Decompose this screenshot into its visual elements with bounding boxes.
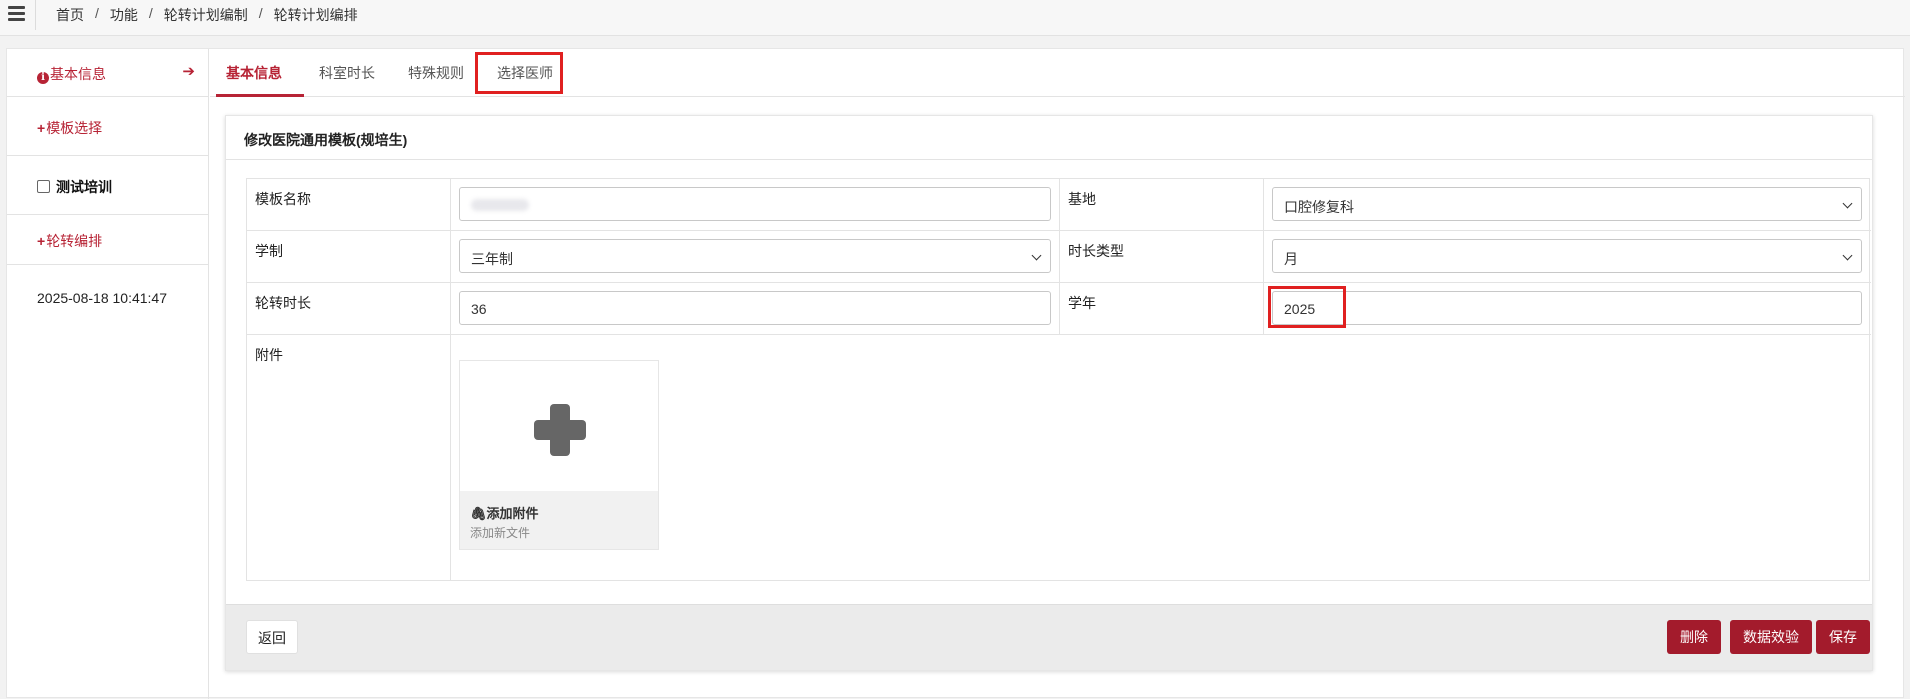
save-button[interactable]: 保存 bbox=[1816, 620, 1870, 654]
arrow-right-icon: ➔ bbox=[182, 63, 195, 80]
duration-type-select[interactable]: 月 bbox=[1272, 239, 1862, 273]
label-cell: 时长类型 bbox=[1060, 231, 1264, 283]
breadcrumb-function[interactable]: 功能 bbox=[110, 5, 138, 25]
academic-year-label: 学年 bbox=[1068, 295, 1096, 311]
sidebar-item-label: 测试培训 bbox=[56, 179, 112, 195]
breadcrumb: 首页 / 功能 / 轮转计划编制 / 轮转计划编排 bbox=[56, 5, 358, 25]
academic-year-input[interactable]: 2025 bbox=[1272, 291, 1862, 325]
label-cell: 模板名称 bbox=[247, 179, 451, 231]
template-name-label: 模板名称 bbox=[255, 191, 311, 207]
value-cell bbox=[451, 179, 1060, 231]
plus-icon: + bbox=[37, 120, 46, 136]
plus-icon-bar bbox=[534, 420, 586, 440]
duration-type-label: 时长类型 bbox=[1068, 243, 1124, 259]
breadcrumb-home[interactable]: 首页 bbox=[56, 5, 84, 25]
form-panel: 修改医院通用模板(规培生) 模板名称 基地 口腔修复科 学制 三年制 时长类型 … bbox=[225, 115, 1873, 671]
value-cell: 口腔修复科 bbox=[1264, 179, 1871, 231]
schooling-select[interactable]: 三年制 bbox=[459, 239, 1051, 273]
form-table: 模板名称 基地 口腔修复科 学制 三年制 时长类型 月 轮转时长 36 学年 2… bbox=[246, 178, 1871, 581]
rotation-duration-input[interactable]: 36 bbox=[459, 291, 1051, 325]
panel-footer: 返回 删除 数据效验 保存 bbox=[226, 604, 1872, 670]
validate-button[interactable]: 数据效验 bbox=[1730, 620, 1812, 654]
value-cell: 月 bbox=[1264, 231, 1871, 283]
delete-button[interactable]: 删除 bbox=[1667, 620, 1721, 654]
redacted-value bbox=[471, 199, 529, 211]
top-bar: 首页 / 功能 / 轮转计划编制 / 轮转计划编排 bbox=[0, 0, 1910, 36]
menu-toggle-icon[interactable] bbox=[0, 0, 36, 30]
tab-select-physician[interactable]: 选择医师 bbox=[497, 63, 553, 83]
breadcrumb-rotation-plan[interactable]: 轮转计划编制 bbox=[164, 5, 248, 25]
label-cell: 学制 bbox=[247, 231, 451, 283]
paperclip-icon: 🖇 bbox=[470, 506, 487, 521]
add-attachment-label: 添加附件 bbox=[486, 506, 539, 521]
base-select[interactable]: 口腔修复科 bbox=[1272, 187, 1862, 221]
value-cell: 36 bbox=[451, 283, 1060, 335]
sidebar-item-label: 模板选择 bbox=[46, 120, 103, 136]
add-new-file-label: 添加新文件 bbox=[470, 526, 531, 540]
add-attachment-title: 🖇添加附件 bbox=[470, 503, 539, 522]
base-label: 基地 bbox=[1068, 191, 1096, 207]
sidebar-item-label: 轮转编排 bbox=[46, 233, 103, 249]
academic-year-value: 2025 bbox=[1284, 301, 1316, 317]
tab-basic-info[interactable]: 基本信息 bbox=[226, 63, 282, 83]
main-container: i 基本信息 ➔ +模板选择 测试培训 +轮转编排 2025-08-18 10:4… bbox=[6, 48, 1905, 699]
label-cell: 学年 bbox=[1060, 283, 1264, 335]
value-cell: 三年制 bbox=[451, 231, 1060, 283]
sidebar-item-rotation-schedule[interactable]: +轮转编排 bbox=[7, 215, 209, 265]
add-attachment-card[interactable]: 🖇添加附件 添加新文件 bbox=[459, 360, 659, 550]
active-tab-indicator bbox=[216, 94, 304, 97]
attachment-card-footer: 🖇添加附件 添加新文件 bbox=[460, 491, 658, 549]
sidebar: i 基本信息 ➔ +模板选择 测试培训 +轮转编排 2025-08-18 10:4… bbox=[7, 49, 209, 699]
sidebar-item-template-select[interactable]: +模板选择 bbox=[7, 97, 209, 156]
rotation-duration-label: 轮转时长 bbox=[255, 295, 311, 311]
sidebar-item-test-training[interactable]: 测试培训 bbox=[7, 156, 209, 215]
panel-title: 修改医院通用模板(规培生) bbox=[226, 116, 1872, 160]
sidebar-item-label: 基本信息 bbox=[50, 66, 106, 82]
plus-icon: + bbox=[37, 233, 46, 249]
info-icon: i bbox=[37, 72, 49, 84]
label-cell: 基地 bbox=[1060, 179, 1264, 231]
sidebar-timestamp: 2025-08-18 10:41:47 bbox=[37, 290, 167, 306]
value-cell: 2025 bbox=[1264, 283, 1871, 335]
duration-type-select-value: 月 bbox=[1284, 251, 1298, 267]
rotation-duration-value: 36 bbox=[471, 301, 487, 317]
schooling-label: 学制 bbox=[255, 243, 283, 259]
test-training-checkbox[interactable] bbox=[37, 180, 50, 193]
back-button[interactable]: 返回 bbox=[246, 620, 298, 654]
schooling-select-value: 三年制 bbox=[471, 251, 513, 267]
label-cell: 附件 bbox=[247, 335, 451, 580]
base-select-value: 口腔修复科 bbox=[1284, 199, 1354, 215]
tab-bar: 基本信息 科室时长 特殊规则 选择医师 bbox=[210, 49, 1905, 97]
attachment-label: 附件 bbox=[255, 347, 283, 363]
sidebar-item-basic-info[interactable]: i 基本信息 ➔ bbox=[7, 49, 209, 97]
tab-department-duration[interactable]: 科室时长 bbox=[319, 63, 375, 83]
label-cell: 轮转时长 bbox=[247, 283, 451, 335]
breadcrumb-current: 轮转计划编排 bbox=[273, 7, 358, 23]
template-name-input[interactable] bbox=[459, 187, 1051, 221]
tab-special-rules[interactable]: 特殊规则 bbox=[408, 63, 464, 83]
